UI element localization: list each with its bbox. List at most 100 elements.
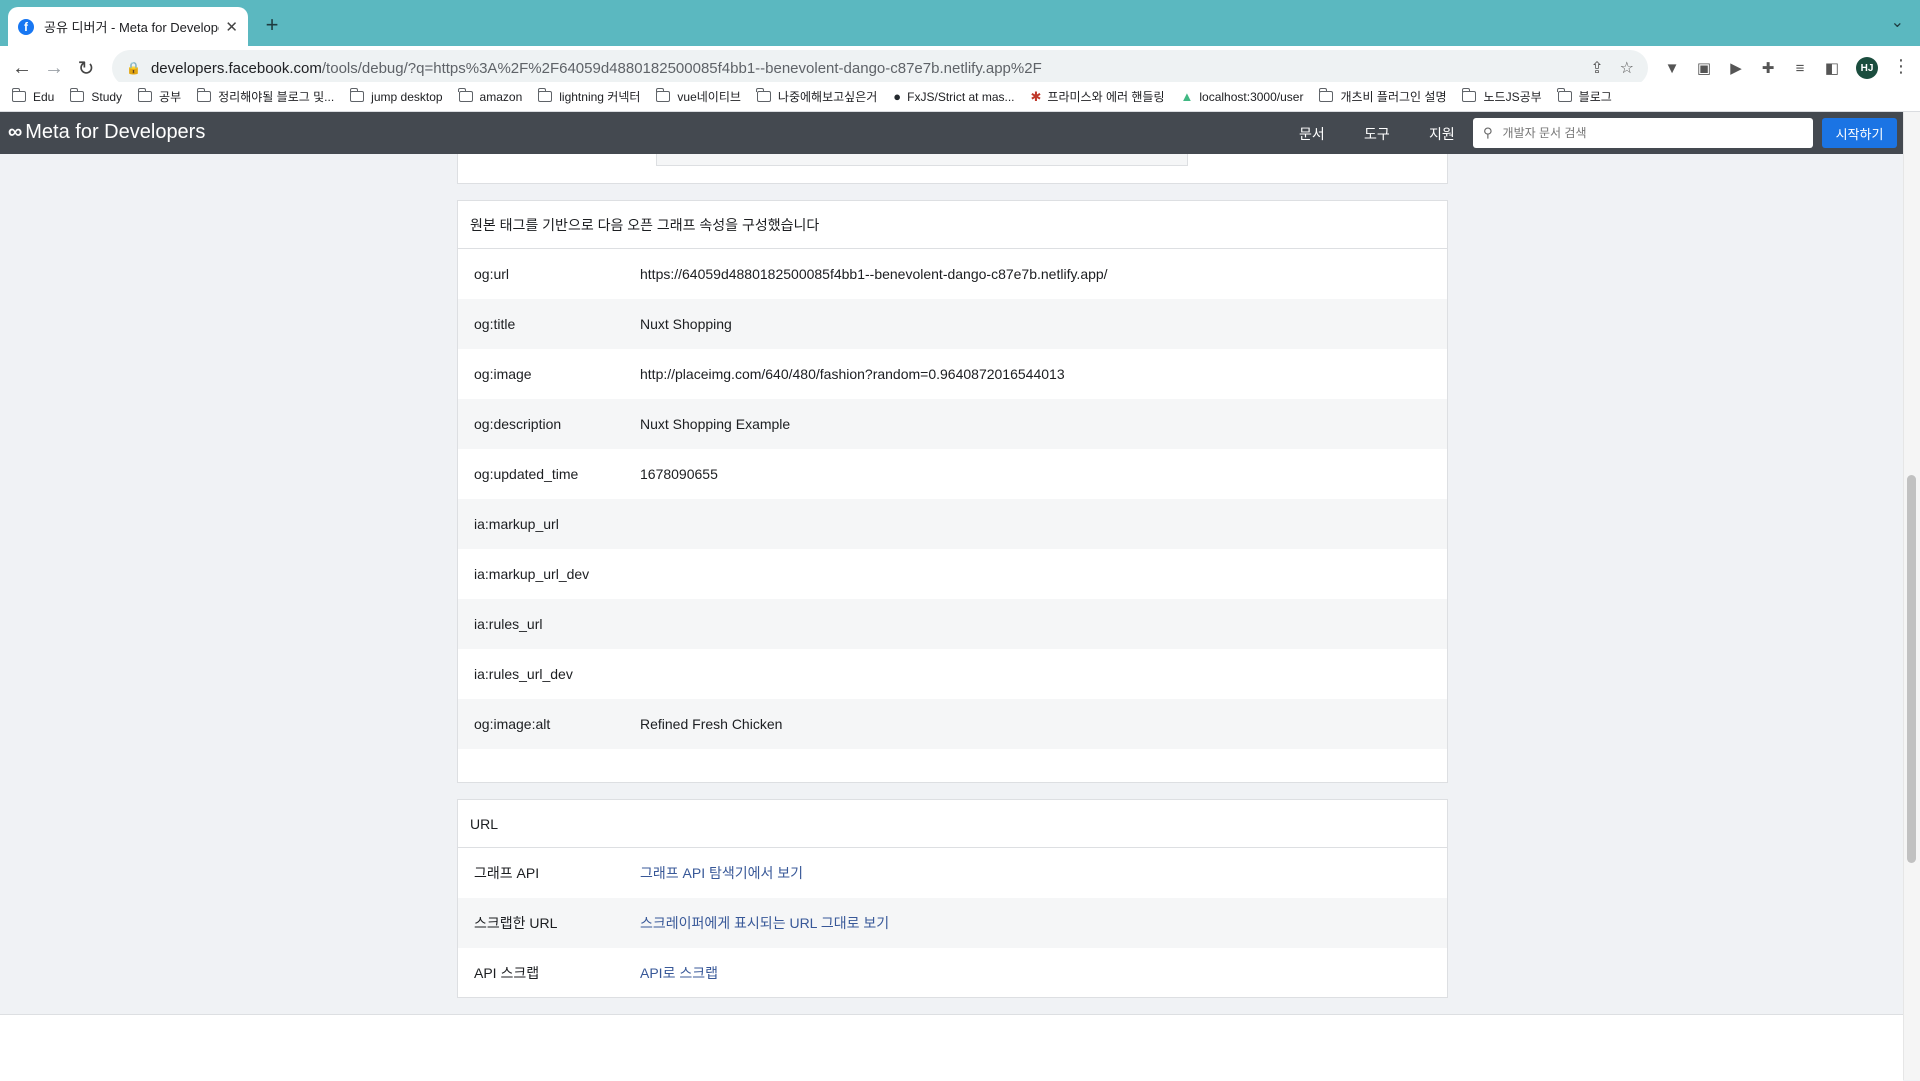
table-row: 그래프 API 그래프 API 탐색기에서 보기 [458, 848, 1447, 898]
bookmark-label: 노드JS공부 [1483, 90, 1542, 104]
folder-icon [137, 88, 153, 102]
folder-icon [458, 88, 473, 102]
bookmark-label: jump desktop [371, 89, 443, 104]
bookmark-star-icon[interactable]: ☆ [1620, 58, 1634, 78]
bookmark-item[interactable]: 개츠비 플러그인 설명 [1318, 88, 1447, 105]
bookmark-label: Edu [33, 89, 55, 104]
vue-devtools-extension-icon[interactable]: ▼ [1662, 58, 1682, 78]
new-tab-button[interactable]: + [258, 11, 286, 39]
table-row: og:image http://placeimg.com/640/480/fash… [458, 349, 1447, 399]
bookmark-item[interactable]: amazon [458, 88, 522, 104]
address-url[interactable]: developers.facebook.com/tools/debug/?q=h… [151, 60, 1574, 77]
nav-tools[interactable]: 도구 [1364, 124, 1390, 144]
bookmark-item[interactable]: 나중에해보고싶은거 [756, 88, 878, 105]
bookmark-label: 나중에해보고싶은거 [777, 90, 878, 104]
side-panel-icon[interactable]: ◧ [1822, 58, 1842, 78]
get-started-button[interactable]: 시작하기 [1822, 118, 1897, 148]
bookmark-label: vue네이티브 [677, 90, 741, 104]
extension-icon[interactable]: ▣ [1694, 58, 1714, 78]
bookmark-item[interactable]: 노드JS공부 [1461, 88, 1542, 105]
folder-icon [1318, 88, 1334, 102]
url-table: 그래프 API 그래프 API 탐색기에서 보기스크랩한 URL 스크레이퍼에게 표… [458, 848, 1447, 998]
property-link[interactable]: API로 스크랩 [640, 963, 1447, 983]
address-bar[interactable]: 🔒 developers.facebook.com/tools/debug/?q… [112, 50, 1648, 86]
folder-icon [349, 88, 365, 102]
extension-icon[interactable]: ▶ [1726, 58, 1746, 78]
property-key: ia:markup_url [474, 516, 559, 532]
bookmark-label: 정리해야될 블로그 및... [218, 90, 335, 104]
scrollbar-thumb[interactable] [1907, 475, 1916, 863]
url-heading: URL [458, 800, 1447, 848]
bookmark-label: lightning 커넥터 [559, 90, 641, 104]
bookmark-item[interactable]: vue네이티브 [655, 88, 741, 105]
lock-icon[interactable]: 🔒 [126, 61, 141, 75]
url-host: developers.facebook.com [150, 59, 322, 77]
table-row: ia:rules_url_dev [458, 649, 1447, 699]
meta-infinity-icon: ∞ [8, 121, 23, 143]
profile-avatar[interactable]: HJ [1856, 57, 1878, 79]
bookmark-item[interactable]: ▲ localhost:3000/user [1181, 89, 1304, 104]
docs-search-input[interactable] [1500, 125, 1803, 141]
table-row: og:description Nuxt Shopping Example [458, 399, 1447, 449]
reading-list-icon[interactable]: ≡ [1790, 58, 1810, 78]
table-row: og:url https://64059d4880182500085f4bb1--… [458, 249, 1447, 299]
bookmark-item[interactable]: ✱ 프라미스와 에러 핸들링 [1031, 88, 1165, 105]
facebook-favicon-icon: f [18, 18, 34, 35]
link-preview-box [656, 154, 1188, 166]
page-footer [0, 1014, 1903, 1081]
bookmark-label: 프라미스와 에러 핸들링 [1047, 90, 1165, 104]
property-key: API 스크랩 [474, 965, 540, 981]
tab-close-icon[interactable]: ✕ [225, 18, 238, 36]
meta-header: ∞ Meta for Developers 문서 도구 지원 ⚲ 시작하기 [0, 112, 1903, 154]
extensions-puzzle-icon[interactable]: ✚ [1758, 58, 1778, 78]
folder-icon [196, 88, 212, 102]
docs-search[interactable]: ⚲ [1473, 118, 1813, 148]
forward-arrow-icon[interactable]: → [42, 56, 66, 80]
property-value: https://64059d4880182500085f4bb1--benevo… [640, 266, 1108, 282]
folder-icon [756, 88, 771, 102]
bookmark-label: Study [91, 89, 123, 104]
nav-docs[interactable]: 문서 [1299, 124, 1325, 144]
property-link[interactable]: 그래프 API 탐색기에서 보기 [640, 863, 1447, 883]
github-icon: ● [893, 89, 902, 104]
javascript-info-icon: ✱ [1030, 88, 1042, 104]
bookmark-label: 개츠비 플러그인 설명 [1340, 90, 1447, 104]
table-row: ia:markup_url_dev [458, 549, 1447, 599]
property-value: http://placeimg.com/640/480/fashion?rand… [640, 366, 1065, 382]
table-row: og:image:alt Refined Fresh Chicken [458, 699, 1447, 749]
property-key: og:updated_time [474, 466, 579, 482]
back-arrow-icon[interactable]: ← [10, 56, 34, 80]
bookmark-label: localhost:3000/user [1199, 89, 1304, 104]
meta-logo[interactable]: ∞ Meta for Developers [8, 121, 205, 144]
nav-support[interactable]: 지원 [1429, 124, 1455, 144]
folder-icon [1461, 88, 1477, 102]
folder-icon [11, 88, 26, 102]
bookmark-item[interactable]: ● FxJS/Strict at mas... [893, 89, 1014, 104]
share-icon[interactable]: ⇪ [1590, 58, 1603, 78]
bookmark-item[interactable]: 정리해야될 블로그 및... [196, 88, 335, 105]
tab-title: 공유 디버거 - Meta for Developers [44, 20, 220, 35]
property-key: ia:rules_url [474, 616, 543, 632]
property-key: 스크랩한 URL [474, 915, 558, 931]
url-panel: URL 그래프 API 그래프 API 탐색기에서 보기스크랩한 URL 스크레이퍼… [457, 799, 1448, 998]
bookmark-item[interactable]: lightning 커넥터 [537, 88, 641, 105]
folder-icon [1557, 88, 1572, 102]
reload-icon[interactable]: ↻ [74, 56, 98, 80]
property-key: og:image [474, 366, 532, 382]
bookmark-item[interactable]: Study [69, 88, 123, 104]
table-row: og:updated_time 1678090655 [458, 449, 1447, 499]
browser-tab[interactable]: f 공유 디버거 - Meta for Developers ✕ [8, 7, 248, 46]
bookmark-item[interactable]: 공부 [137, 88, 181, 105]
property-value: 1678090655 [640, 466, 718, 482]
property-key: og:image:alt [474, 716, 551, 732]
bookmark-item[interactable]: Edu [11, 88, 55, 104]
tab-search-chevron-icon[interactable]: ⌄ [1891, 12, 1904, 32]
browser-menu-icon[interactable]: ⋮ [1892, 56, 1910, 77]
bookmark-item[interactable]: 블로그 [1557, 88, 1612, 105]
bookmark-label: FxJS/Strict at mas... [907, 89, 1015, 104]
property-value: Nuxt Shopping Example [640, 416, 791, 432]
bookmark-item[interactable]: jump desktop [349, 88, 443, 104]
preview-panel-partial [457, 154, 1448, 184]
property-link[interactable]: 스크레이퍼에게 표시되는 URL 그대로 보기 [640, 913, 1447, 933]
url-path: /tools/debug/?q=https%3A%2F%2F64059d4880… [321, 59, 1042, 77]
